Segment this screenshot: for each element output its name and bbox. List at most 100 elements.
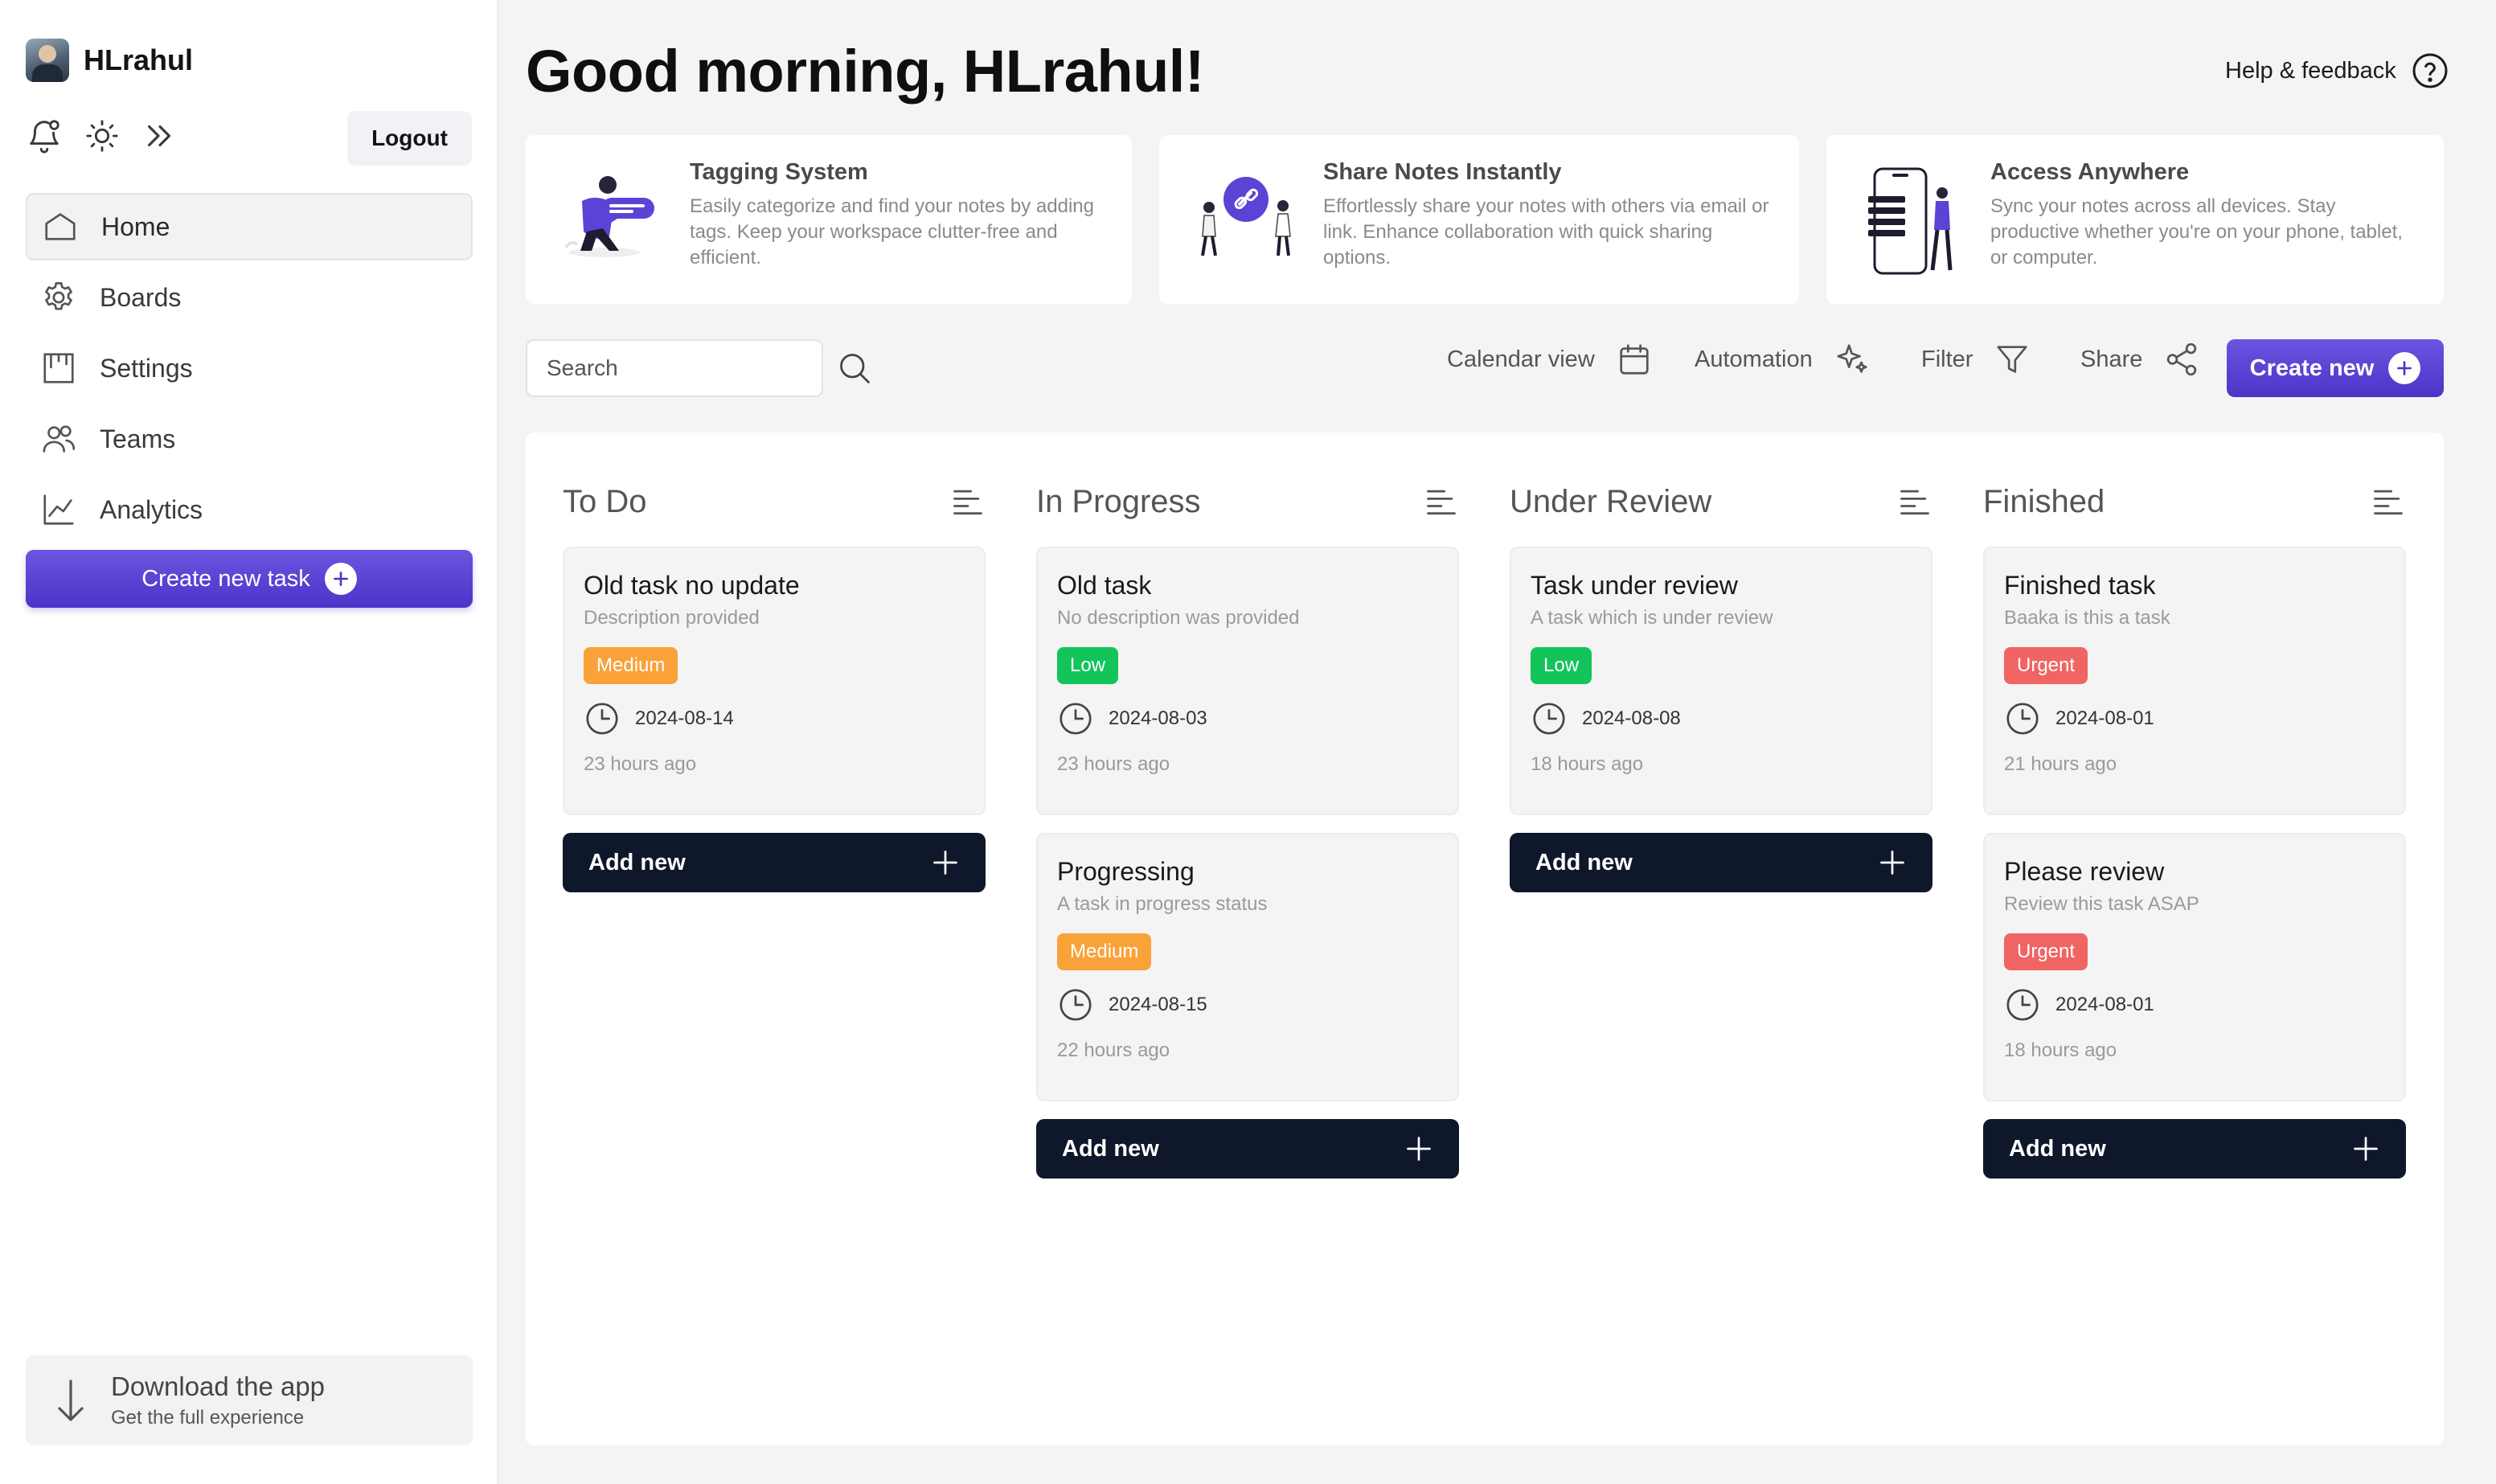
- username: HLrahul: [84, 43, 194, 76]
- sort-lines-icon[interactable]: [1424, 484, 1459, 519]
- arrow-down-icon: [55, 1378, 87, 1423]
- task-updated-ago: 18 hours ago: [1531, 753, 1644, 775]
- task-date: 2024-08-01: [2055, 707, 2154, 729]
- column-header: To Do: [563, 476, 986, 527]
- task-description: A task which is under review: [1531, 607, 1773, 629]
- question-circle-icon: [2411, 51, 2449, 90]
- share-icon: [2163, 341, 2200, 378]
- user-profile[interactable]: HLrahul: [26, 39, 193, 82]
- calendar-view-button[interactable]: Calendar view: [1447, 341, 1653, 378]
- logout-button[interactable]: Logout: [347, 111, 472, 166]
- task-card[interactable]: Task under review A task which is under …: [1510, 547, 1932, 815]
- task-card[interactable]: Old task No description was provided Low…: [1036, 547, 1459, 815]
- clock-icon: [2004, 700, 2041, 737]
- column-title: Under Review: [1510, 483, 1712, 519]
- chart-line-icon: [40, 491, 77, 528]
- column-header: In Progress: [1036, 476, 1459, 527]
- add-new-button[interactable]: Add new: [1036, 1119, 1459, 1179]
- task-due-date: 2024-08-08: [1531, 700, 1912, 737]
- share-button[interactable]: Share: [2080, 341, 2200, 378]
- plus-circle-icon: [2388, 352, 2421, 384]
- add-new-label: Add new: [2009, 1135, 2106, 1162]
- create-new-button[interactable]: Create new: [2227, 339, 2444, 397]
- sort-lines-icon[interactable]: [2371, 484, 2406, 519]
- column-finished: Finished Finished task Baaka is this a t…: [1983, 476, 2406, 1179]
- column-todo: To Do Old task no update Description pro…: [563, 476, 986, 892]
- task-card[interactable]: Finished task Baaka is this a task Urgen…: [1983, 547, 2406, 815]
- add-new-button[interactable]: Add new: [1983, 1119, 2406, 1179]
- task-updated-ago: 21 hours ago: [2004, 753, 2117, 775]
- feature-title: Share Notes Instantly: [1323, 159, 1562, 185]
- add-new-label: Add new: [1062, 1135, 1159, 1162]
- task-date: 2024-08-03: [1109, 707, 1207, 729]
- sidebar-item-label: Settings: [100, 353, 193, 383]
- task-card[interactable]: Progressing A task in progress status Me…: [1036, 833, 1459, 1101]
- task-description: No description was provided: [1057, 607, 1300, 629]
- sort-lines-icon[interactable]: [950, 484, 986, 519]
- search-icon[interactable]: [837, 351, 872, 386]
- sidebar-item-analytics[interactable]: Analytics: [26, 476, 473, 543]
- share-label: Share: [2080, 346, 2143, 372]
- feature-description: Effortlessly share your notes with other…: [1323, 195, 1769, 269]
- task-due-date: 2024-08-03: [1057, 700, 1438, 737]
- gear-icon: [40, 279, 77, 316]
- feature-card-tagging: Tagging System Easily categorize and fin…: [526, 135, 1132, 304]
- search-box[interactable]: [526, 339, 870, 397]
- filter-button[interactable]: Filter: [1921, 341, 2031, 378]
- create-new-task-button[interactable]: Create new task: [26, 550, 473, 608]
- column-title: To Do: [563, 483, 647, 519]
- priority-badge: Urgent: [2004, 647, 2088, 684]
- share-illustration-icon: [1188, 158, 1301, 278]
- feature-card-share: Share Notes Instantly Effortlessly share…: [1159, 135, 1799, 304]
- plus-icon: [931, 848, 960, 877]
- double-chevron-right-icon[interactable]: [141, 117, 178, 154]
- sun-icon[interactable]: [84, 117, 121, 154]
- priority-badge: Urgent: [2004, 933, 2088, 970]
- column-title: In Progress: [1036, 483, 1201, 519]
- priority-badge: Medium: [1057, 933, 1152, 970]
- sidebar-item-boards[interactable]: Boards: [26, 264, 473, 331]
- clock-icon: [584, 700, 621, 737]
- task-due-date: 2024-08-15: [1057, 986, 1438, 1023]
- column-title: Finished: [1983, 483, 2105, 519]
- task-due-date: 2024-08-01: [2004, 986, 2385, 1023]
- bell-icon[interactable]: [26, 117, 63, 154]
- sidebar-item-teams[interactable]: Teams: [26, 405, 473, 473]
- download-app-banner[interactable]: Download the app Get the full experience: [26, 1355, 473, 1445]
- task-description: A task in progress status: [1057, 893, 1268, 915]
- task-date: 2024-08-14: [635, 707, 734, 729]
- task-description: Review this task ASAP: [2004, 893, 2199, 915]
- sidebar-item-home[interactable]: Home: [26, 193, 473, 260]
- search-input[interactable]: [547, 355, 837, 381]
- task-updated-ago: 22 hours ago: [1057, 1039, 1170, 1061]
- feature-card-access: Access Anywhere Sync your notes across a…: [1826, 135, 2444, 304]
- plus-icon: [1404, 1134, 1433, 1163]
- calendar-view-label: Calendar view: [1447, 346, 1595, 372]
- task-date: 2024-08-08: [1582, 707, 1681, 729]
- task-date: 2024-08-01: [2055, 994, 2154, 1015]
- plus-icon: [2351, 1134, 2380, 1163]
- add-new-button[interactable]: Add new: [563, 833, 986, 892]
- page-title: Good morning, HLrahul!: [526, 38, 1205, 105]
- avatar[interactable]: [26, 39, 69, 82]
- automation-button[interactable]: Automation: [1695, 341, 1871, 378]
- sidebar: HLrahul Logout Home Boards Settings Team…: [0, 0, 498, 1484]
- clock-icon: [1057, 986, 1094, 1023]
- help-feedback-link[interactable]: Help & feedback: [2225, 51, 2449, 90]
- tagging-illustration-icon: [555, 158, 667, 278]
- sort-lines-icon[interactable]: [1897, 484, 1932, 519]
- filter-label: Filter: [1921, 346, 1973, 372]
- task-card[interactable]: Old task no update Description provided …: [563, 547, 986, 815]
- task-title: Old task no update: [584, 571, 800, 600]
- task-updated-ago: 18 hours ago: [2004, 1039, 2117, 1061]
- calendar-icon: [1616, 341, 1653, 378]
- task-description: Description provided: [584, 607, 760, 629]
- sidebar-item-label: Boards: [100, 282, 182, 312]
- task-title: Task under review: [1531, 571, 1738, 600]
- sidebar-item-settings[interactable]: Settings: [26, 334, 473, 402]
- clock-icon: [2004, 986, 2041, 1023]
- kanban-icon: [40, 350, 77, 387]
- add-new-button[interactable]: Add new: [1510, 833, 1932, 892]
- task-card[interactable]: Please review Review this task ASAP Urge…: [1983, 833, 2406, 1101]
- feature-title: Access Anywhere: [1990, 159, 2190, 185]
